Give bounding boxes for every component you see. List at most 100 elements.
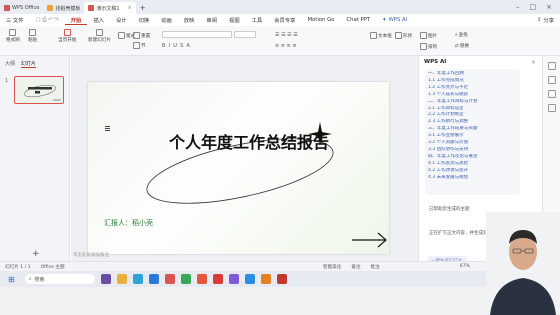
reset-button[interactable]: 重置: [133, 32, 150, 39]
bottom-strip: [0, 287, 560, 315]
taskbar-app-icon[interactable]: [132, 274, 143, 284]
start-icon[interactable]: ⊞: [8, 275, 15, 284]
search-icon: ⌕: [28, 276, 32, 282]
taskbar-app-icon[interactable]: [196, 274, 207, 284]
share-button[interactable]: ⇪ 分享: [531, 16, 560, 24]
taskbar-search[interactable]: ⌕ 搜索: [24, 274, 95, 284]
right-tool-icon[interactable]: [548, 62, 556, 70]
taskbar-app-icon[interactable]: [260, 274, 271, 284]
menu-home[interactable]: 开始: [64, 16, 88, 25]
menu-chat-ppt[interactable]: Chat PPT: [340, 17, 376, 23]
slide[interactable]: 个人年度工作总结报告 汇报人：稻小壳: [88, 82, 389, 254]
paste-button[interactable]: 粘贴: [28, 29, 37, 43]
menu-transition[interactable]: 切换: [133, 16, 156, 24]
comments-button[interactable]: 批注: [371, 264, 380, 270]
menu-tools[interactable]: 工具: [246, 16, 269, 24]
paste-label: 粘贴: [28, 38, 38, 43]
taskbar-app-icon[interactable]: [244, 274, 255, 284]
find-button[interactable]: ⌕ 查找: [455, 32, 468, 38]
taskbar-app-icon[interactable]: [100, 274, 111, 284]
presenter-video: [486, 212, 560, 315]
close-window-icon[interactable]: ×: [546, 3, 552, 11]
right-tool-icon[interactable]: [548, 90, 556, 98]
theme-name: Office 主题: [40, 264, 65, 270]
replace-button[interactable]: ⇄ 替换: [455, 43, 469, 50]
format-painter-button[interactable]: 格式刷: [6, 29, 20, 43]
file-menu[interactable]: 三 文件: [0, 16, 30, 24]
textbox-icon: [370, 32, 377, 39]
tab-wps-office[interactable]: WPS Office: [0, 2, 43, 14]
taskbar-app-icon[interactable]: [180, 274, 191, 284]
minimize-icon[interactable]: –: [516, 3, 520, 11]
tab-template[interactable]: 找稻壳模板: [43, 2, 84, 14]
tab-slides[interactable]: 幻灯片: [21, 60, 37, 68]
right-tool-icon[interactable]: [548, 104, 556, 112]
new-slide-button[interactable]: 新建幻灯片: [88, 29, 111, 43]
wps-logo-icon: [4, 5, 10, 11]
menu-animation[interactable]: 动画: [155, 16, 178, 24]
menu-view[interactable]: 视图: [223, 16, 246, 24]
presenter-figure-icon: [486, 212, 560, 315]
format-painter-icon: [9, 29, 17, 36]
maximize-icon[interactable]: □: [530, 3, 537, 11]
toolbar-quick-icons[interactable]: ▢ ⎙ ↶ ↷: [30, 17, 65, 24]
textbox-label: 文本框: [378, 33, 392, 39]
menu-review[interactable]: 审阅: [200, 16, 223, 24]
outline-item: 2.2 工作计划制定: [428, 112, 464, 118]
wps-ai-button[interactable]: ✦ WPS AI: [376, 17, 413, 23]
taskbar-app-icon[interactable]: [228, 274, 239, 284]
reporter-text[interactable]: 汇报人：稻小壳: [104, 218, 153, 228]
close-tab-icon[interactable]: ×: [128, 5, 132, 11]
outline-item: 1.3 个人成长与收获: [428, 91, 469, 97]
taskbar-app-icon[interactable]: [116, 274, 127, 284]
align-buttons[interactable]: ≡ ≡ ≡ ≡: [275, 43, 297, 49]
smart-beautify-button[interactable]: 智能美化: [323, 264, 341, 270]
menu-insert[interactable]: 插入: [87, 16, 110, 24]
right-tool-icon[interactable]: [548, 76, 556, 84]
menu-slideshow[interactable]: 放映: [178, 16, 201, 24]
ai-panel-close-icon[interactable]: ×: [531, 59, 536, 66]
notes-button[interactable]: 备注: [351, 264, 360, 270]
outline-item: 2.1 工作目标设定: [428, 105, 464, 111]
arrange-button[interactable]: 排列: [420, 43, 437, 50]
section-button[interactable]: 节: [133, 42, 146, 49]
image-icon: [420, 32, 427, 39]
taskbar-app-icon[interactable]: [148, 274, 159, 284]
find-label: 查找: [458, 33, 468, 38]
ai-outline: 一、年度工作回顾 1.1 工作完成情况 1.2 工作亮点与不足 1.3 个人成长…: [425, 69, 520, 195]
from-start-button[interactable]: 当页开始: [58, 29, 76, 43]
thumbnail-preview-icon: [24, 84, 61, 101]
status-bar: 幻灯片 1 / 1 Office 主题 智能美化 备注 批注 67%: [0, 261, 560, 271]
reset-icon: [133, 32, 140, 39]
shape-button[interactable]: 形状: [395, 32, 412, 39]
menu-member[interactable]: 会员专享: [268, 16, 301, 24]
zoom-level[interactable]: 67%: [460, 264, 470, 269]
section-icon: [133, 42, 140, 49]
notes-placeholder[interactable]: 单击此处添加备注: [71, 252, 418, 260]
outline-item: 一、年度工作回顾: [428, 71, 464, 76]
menu-bar: 三 文件 ▢ ⎙ ↶ ↷ 开始 插入 设计 切换 动画 放映 审阅 视图 工具 …: [0, 14, 560, 26]
layout-icon: [118, 32, 125, 39]
outline-item: 四、年度工作反思与展望: [428, 153, 478, 159]
tab-outline[interactable]: 大纲: [5, 60, 15, 68]
new-slide-label: 新建幻灯片: [88, 38, 111, 43]
add-slide-button[interactable]: +: [32, 249, 40, 259]
slide-thumbnail[interactable]: [14, 76, 64, 104]
menu-design[interactable]: 设计: [110, 16, 133, 24]
textbox-button[interactable]: 文本框: [370, 32, 392, 39]
font-family-select[interactable]: [162, 31, 232, 38]
reset-label: 重置: [141, 33, 151, 39]
taskbar-app-icon[interactable]: [276, 274, 287, 284]
new-tab-button[interactable]: +: [136, 2, 150, 14]
image-button[interactable]: 图片: [420, 32, 437, 39]
taskbar-app-icon[interactable]: [212, 274, 223, 284]
outline-item: 三、年度工作成果与贡献: [428, 126, 478, 132]
paragraph-buttons[interactable]: ☰ ☰ ☰ ☰: [275, 32, 298, 38]
menu-motion-go[interactable]: Motion Go: [301, 17, 340, 23]
font-size-select[interactable]: [234, 31, 256, 38]
outline-item: 2.3 工作执行与调整: [428, 119, 469, 125]
font-style-buttons[interactable]: B I U S A: [162, 43, 190, 49]
taskbar-app-icon[interactable]: [164, 274, 175, 284]
tab-presentation[interactable]: 演示文稿1 ×: [84, 2, 136, 14]
slide-title[interactable]: 个人年度工作总结报告: [154, 132, 344, 154]
